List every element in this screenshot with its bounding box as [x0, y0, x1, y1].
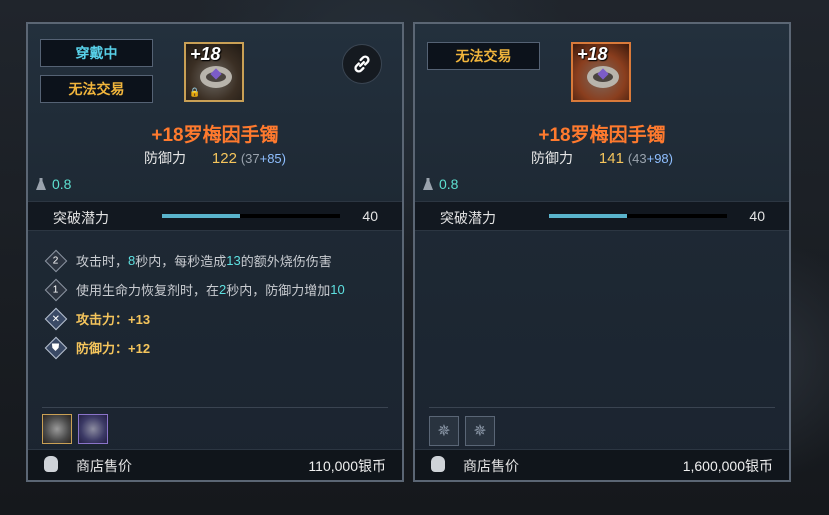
stat-bonus: +85) — [259, 151, 286, 166]
stat-base: (37 — [240, 151, 260, 166]
potential-label: 突破潜力 — [53, 210, 109, 226]
lock-icon: 🔒 — [189, 87, 201, 97]
divider — [42, 407, 388, 408]
breakthrough-potential: 突破潜力 40 — [415, 201, 789, 231]
shop-price: 商店售价 1,600,000银币 — [415, 449, 789, 480]
defense-stat: 防御力 122 (37+85) — [28, 148, 402, 168]
equipped-item-tooltip: 穿戴中 无法交易 +18 🔒 +18罗梅因手镯 防御力 122 (37+85) … — [26, 22, 404, 482]
link-button[interactable] — [342, 44, 382, 84]
stat-value: 141 — [598, 150, 624, 167]
potential-value: 40 — [362, 208, 378, 224]
divider — [429, 407, 775, 408]
weight-value: 0.8 — [439, 176, 459, 192]
weight-value: 0.8 — [52, 176, 72, 192]
shop-price-value: 110,000银币 — [308, 458, 386, 474]
effect-attack-bonus: ✕ 攻击力：+13 — [44, 304, 394, 333]
defense-stat: 防御力 141 (43+98) — [415, 148, 789, 168]
weight-icon — [423, 178, 433, 190]
item-title: +18罗梅因手镯 — [151, 125, 279, 146]
potential-value: 40 — [749, 208, 765, 224]
potential-bar — [162, 214, 340, 218]
stat-label: 防御力 — [144, 150, 186, 166]
potential-bar-fill — [162, 214, 241, 218]
potential-label: 突破潜力 — [440, 210, 496, 226]
shop-price-value: 1,600,000银币 — [682, 458, 773, 474]
potential-bar — [549, 214, 727, 218]
item-title: +18罗梅因手镯 — [538, 125, 666, 146]
stat-value: 122 — [211, 150, 237, 167]
money-bag-icon — [431, 456, 445, 472]
effects-list: 2 攻击时， 8 秒内，每秒造成 13 的额外烧伤伤害 1 使用生命力恢复剂时，在 2 秒内… — [44, 246, 394, 362]
weight-icon — [36, 178, 46, 190]
money-bag-icon — [44, 456, 58, 472]
effect-potion-defense: 1 使用生命力恢复剂时，在 2 秒内，防御力增加 10 — [44, 275, 394, 304]
stat-breakdown: (43+98) — [628, 151, 673, 166]
effect-defense-bonus: ⛊ 防御力：+12 — [44, 333, 394, 362]
bracelet-item-icon[interactable]: +18 — [571, 42, 631, 102]
empty-slot-icon[interactable]: ✵ — [465, 416, 495, 446]
equipped-tag: 穿戴中 — [40, 39, 153, 67]
shop-price-label: 商店售价 — [463, 458, 519, 474]
crystal-slot-icon[interactable] — [42, 414, 72, 444]
untradable-tag: 无法交易 — [427, 42, 540, 70]
shop-price: 商店售价 110,000银币 — [28, 449, 402, 480]
shield-icon: ⛊ — [44, 336, 68, 359]
stat-label: 防御力 — [531, 150, 573, 166]
weight-info: 0.8 — [36, 176, 71, 192]
stat-bonus: +98) — [646, 151, 673, 166]
weight-info: 0.8 — [423, 176, 458, 192]
potential-bar-fill — [549, 214, 628, 218]
stat-base: (43 — [627, 151, 647, 166]
stat-breakdown: (37+85) — [241, 151, 286, 166]
effect-level-badge: 1 — [44, 278, 68, 301]
bracelet-item-icon[interactable]: +18 🔒 — [184, 42, 244, 102]
link-icon — [354, 55, 370, 73]
compare-item-tooltip: 无法交易 +18 +18罗梅因手镯 防御力 141 (43+98) 0.8 突破… — [413, 22, 791, 482]
item-level: +18 — [577, 44, 608, 64]
item-level: +18 — [190, 44, 221, 64]
breakthrough-potential: 突破潜力 40 — [28, 201, 402, 231]
effect-level-badge: 2 — [44, 249, 68, 272]
untradable-tag: 无法交易 — [40, 75, 153, 103]
rune-slot-icon[interactable] — [78, 414, 108, 444]
effect-burn: 2 攻击时， 8 秒内，每秒造成 13 的额外烧伤伤害 — [44, 246, 394, 275]
empty-slot-icon[interactable]: ✵ — [429, 416, 459, 446]
shop-price-label: 商店售价 — [76, 458, 132, 474]
attack-icon: ✕ — [44, 307, 68, 330]
